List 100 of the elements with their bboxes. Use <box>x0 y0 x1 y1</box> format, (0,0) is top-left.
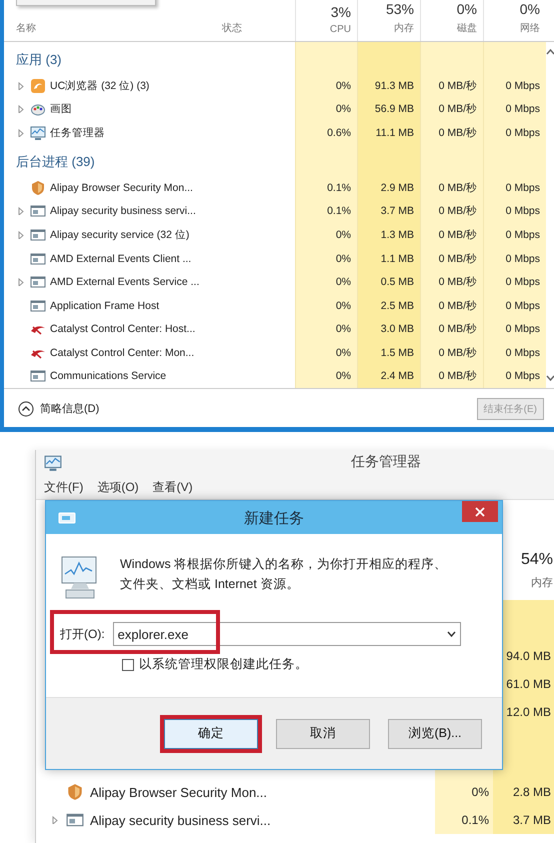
table-cell: 91.3 MB <box>357 74 420 98</box>
menu-item[interactable]: 文件(F) <box>44 478 84 496</box>
process-name[interactable]: Alipay security business servi... <box>90 812 271 828</box>
table-cell: 0 Mbps <box>483 74 546 98</box>
table-cell: 11.1 MB <box>357 120 420 144</box>
window-icon <box>30 274 46 290</box>
column-header[interactable]: CPU <box>330 24 351 35</box>
table-cell: 0% <box>295 317 357 341</box>
table-cell: 0 Mbps <box>483 246 546 270</box>
menu-item[interactable]: 查看(V) <box>152 478 193 496</box>
window-icon <box>30 250 46 267</box>
menu-item[interactable]: 选项(O) <box>97 478 139 496</box>
window-icon <box>66 811 84 829</box>
process-name[interactable]: Catalyst Control Center: Host... <box>50 323 196 336</box>
process-name[interactable]: Application Frame Host <box>50 300 160 312</box>
monitor-chart-icon <box>44 454 62 472</box>
table-cell: 0 Mbps <box>483 200 546 224</box>
shield-icon <box>30 180 46 196</box>
process-name[interactable]: UC浏览器 (32 位) (3) <box>50 78 150 93</box>
process-name[interactable]: Catalyst Control Center: Mon... <box>50 346 194 359</box>
window-title: 任务管理器 <box>351 453 421 471</box>
column-header[interactable]: 内存 <box>531 575 553 590</box>
table-cell: 0 Mbps <box>483 223 546 247</box>
table-cell: 0 MB/秒 <box>420 200 483 224</box>
column-header[interactable]: 磁盘 <box>457 21 477 35</box>
table-cell: 0 Mbps <box>483 317 546 341</box>
close-button[interactable] <box>462 501 498 522</box>
table-cell: 2.5 MB <box>357 294 420 318</box>
dialog-button[interactable]: 浏览(B)... <box>388 718 482 748</box>
process-name[interactable]: 画图 <box>50 102 72 116</box>
column-header[interactable]: 状态 <box>222 21 242 35</box>
table-cell: 0% <box>295 223 357 247</box>
monitor-chart-icon <box>30 124 46 141</box>
scroll-down-icon <box>546 374 554 382</box>
table-cell: 0 MB/秒 <box>420 246 483 270</box>
table-cell: 2.9 MB <box>357 176 420 200</box>
window-icon <box>30 298 46 314</box>
table-cell: 0.5 MB <box>357 270 420 294</box>
admin-checkbox[interactable] <box>122 658 134 670</box>
table-cell: 0 MB/秒 <box>420 176 483 200</box>
table-cell: 3.0 MB <box>357 317 420 341</box>
collapse-circle-icon <box>18 400 34 416</box>
table-cell: 0 MB/秒 <box>420 120 483 144</box>
window-icon <box>30 227 46 244</box>
table-cell: 0 Mbps <box>483 97 546 121</box>
table-cell: 0% <box>295 74 357 98</box>
open-combobox[interactable]: explorer.exe <box>112 622 461 646</box>
table-cell: 0 MB/秒 <box>420 223 483 247</box>
table-cell: 2.4 MB <box>357 364 420 388</box>
dialog-title: 新建任务 <box>244 509 304 528</box>
details-toggle[interactable]: 简略信息(D) <box>16 398 102 418</box>
table-cell: 0.1% <box>295 176 357 200</box>
table-cell: 2.8 MB <box>493 778 554 806</box>
window-icon <box>30 203 46 220</box>
table-cell: 1.1 MB <box>357 246 420 270</box>
checkbox-label: 以系统管理权限创建此任务。 <box>139 656 308 673</box>
table-cell: 1.3 MB <box>357 223 420 247</box>
column-percent: 0% <box>456 1 477 17</box>
process-name[interactable]: AMD External Events Service ... <box>50 276 200 288</box>
process-name[interactable]: Communications Service <box>50 370 166 382</box>
table-cell: 0 MB/秒 <box>420 294 483 318</box>
dropdown-caret-icon <box>446 630 456 638</box>
table-cell: 0 Mbps <box>483 364 546 388</box>
instruction-text: Windows 将根据你所键入的名称，为你打开相应的程序、文件夹、文档或 Internet 资源。 <box>120 556 448 593</box>
window-icon <box>58 512 76 524</box>
shield-icon <box>66 783 84 801</box>
dialog-button[interactable]: 确定 <box>164 718 258 748</box>
group-header: 应用 (3) <box>15 50 62 69</box>
table-cell: 0 MB/秒 <box>420 340 483 364</box>
table-cell: 0% <box>435 778 493 806</box>
table-cell: 56.9 MB <box>357 97 420 121</box>
column-header[interactable]: 网络 <box>520 21 540 35</box>
table-cell: 0.6% <box>295 120 357 144</box>
process-name[interactable]: AMD External Events Client ... <box>50 252 192 265</box>
table-cell: 0 Mbps <box>483 120 546 144</box>
table-cell: 0% <box>295 97 357 121</box>
dialog-button[interactable]: 取消 <box>276 718 370 748</box>
process-name[interactable]: Alipay Browser Security Mon... <box>90 784 268 800</box>
window-icon <box>30 368 46 384</box>
field-label: 打开(O): <box>60 626 105 642</box>
table-cell: 1.5 MB <box>357 340 420 364</box>
column-header[interactable]: 内存 <box>394 21 414 35</box>
column-percent: 0% <box>520 1 540 17</box>
column-header[interactable]: 名称 <box>16 21 36 35</box>
process-name[interactable]: 任务管理器 <box>50 126 105 140</box>
scroll-up-icon <box>546 48 554 56</box>
process-name[interactable]: Alipay Browser Security Mon... <box>50 182 193 194</box>
browser-app-icon <box>30 78 46 94</box>
table-cell: 0 Mbps <box>483 340 546 364</box>
table-cell: 0% <box>295 246 357 270</box>
process-name[interactable]: Alipay security service (32 位) <box>50 228 190 242</box>
column-percent: 3% <box>330 4 351 20</box>
column-percent: 54% <box>520 551 553 569</box>
process-name[interactable]: Alipay security business servi... <box>50 205 196 218</box>
table-cell: 0.1% <box>435 806 493 834</box>
table-cell: 0 MB/秒 <box>420 97 483 121</box>
table-cell: 3.7 MB <box>493 806 554 834</box>
table-cell: 0% <box>295 340 357 364</box>
table-cell: 0 MB/秒 <box>420 74 483 98</box>
table-cell: 0 Mbps <box>483 294 546 318</box>
